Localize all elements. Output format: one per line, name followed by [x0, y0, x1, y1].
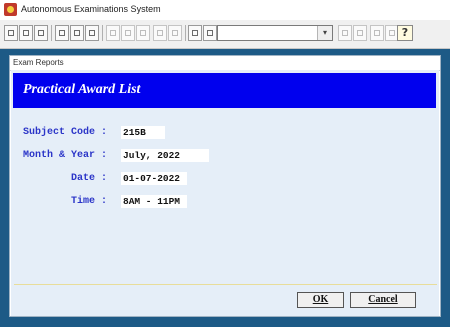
spell-check-icon[interactable]: [85, 25, 99, 41]
print-preview-icon[interactable]: [70, 25, 84, 41]
toolbar-separator: [185, 25, 186, 41]
time-field[interactable]: 8AM - 11PM: [121, 195, 187, 208]
toolbar-separator: [102, 25, 103, 41]
copy-icon[interactable]: [121, 25, 135, 41]
undo-icon[interactable]: [153, 25, 167, 41]
subject-code-label: Subject Code :: [23, 127, 108, 138]
ok-button[interactable]: OK: [297, 292, 344, 308]
time-label: Time :: [71, 196, 108, 207]
grid-icon[interactable]: [338, 25, 352, 41]
exam-reports-dialog: Exam Reports Practical Award List Subjec…: [9, 55, 441, 317]
title-bar: Autonomous Examinations System: [0, 0, 450, 21]
dialog-header: Exam Reports: [10, 56, 440, 71]
subject-code-field[interactable]: 215B: [121, 126, 165, 139]
toolbar-separator: [51, 25, 52, 41]
report-banner: Practical Award List: [13, 73, 436, 108]
help-icon[interactable]: ?: [397, 25, 413, 41]
redo-icon[interactable]: [168, 25, 182, 41]
toolbar-combo[interactable]: ▾: [217, 25, 333, 41]
window-title: Autonomous Examinations System: [21, 4, 161, 14]
filter-icon[interactable]: [353, 25, 367, 41]
new-icon[interactable]: [4, 25, 18, 41]
sort-icon[interactable]: [370, 25, 384, 41]
date-field[interactable]: 01-07-2022: [121, 172, 187, 185]
toolbar: ▾ ?: [0, 20, 450, 49]
exclamation-icon[interactable]: [188, 25, 202, 41]
month-year-field[interactable]: July, 2022: [121, 149, 209, 162]
app-logo-icon: [4, 3, 17, 16]
chevron-down-icon[interactable]: ▾: [317, 26, 332, 40]
dialog-body: Practical Award List Subject Code : 215B…: [11, 70, 439, 316]
paste-icon[interactable]: [136, 25, 150, 41]
footer-divider: [14, 284, 437, 285]
month-year-label: Month & Year :: [23, 150, 108, 161]
chart-icon[interactable]: [203, 25, 217, 41]
cancel-button[interactable]: Cancel: [350, 292, 416, 308]
open-icon[interactable]: [19, 25, 33, 41]
save-icon[interactable]: [34, 25, 48, 41]
dialog-title: Exam Reports: [13, 58, 64, 67]
cut-icon[interactable]: [106, 25, 120, 41]
report-title: Practical Award List: [23, 82, 141, 97]
date-label: Date :: [71, 173, 108, 184]
print-icon[interactable]: [55, 25, 69, 41]
